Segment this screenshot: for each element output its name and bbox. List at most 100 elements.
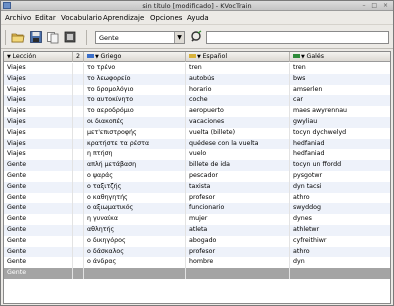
cell-greek[interactable]: η γυναίκα	[84, 214, 186, 225]
cell-welsh[interactable]: hedfaniad	[290, 139, 390, 150]
cell-state[interactable]	[73, 160, 84, 171]
cell-greek[interactable]: το αεροδρόμιο	[84, 106, 186, 117]
cell-spanish[interactable]: mujer	[186, 214, 290, 225]
menu-learning[interactable]: Aprendizaje	[103, 14, 144, 22]
table-row[interactable]: Viajes το δρομολόγιο horario amserlen	[4, 84, 390, 96]
cell-welsh[interactable]: athletwr	[290, 225, 390, 236]
cell-greek[interactable]: οι διακοπές	[84, 117, 186, 128]
cell-state[interactable]	[73, 138, 84, 150]
cell-greek[interactable]: ο καθηγητής	[84, 192, 186, 204]
cell-lesson[interactable]: Viajes	[4, 127, 73, 139]
cell-spanish[interactable]: pescador	[186, 171, 290, 182]
cell-welsh[interactable]: dyn tacsi	[290, 182, 390, 193]
cell-lesson[interactable]: Gente	[4, 246, 73, 258]
cell-spanish[interactable]: vuelta (billete)	[186, 127, 290, 139]
table-row[interactable]: Viajes το λεωφορείο autobús bws	[4, 73, 390, 85]
cell-welsh[interactable]: hedfaniad	[290, 149, 390, 160]
menu-file[interactable]: Archivo	[5, 14, 31, 22]
cell-greek[interactable]: ο αξιωματικός	[84, 203, 186, 215]
cell-welsh[interactable]: bws	[290, 74, 390, 85]
table-row[interactable]: Viajes κρατήστε τα ρέστα quédese con la vu…	[4, 138, 390, 150]
table-row[interactable]: Gente ο ταξιτζής taxista dyn tacsi	[4, 181, 390, 193]
table-row[interactable]: Gente ο ψαράς pescador pysgotwr	[4, 171, 390, 182]
cell-spanish[interactable]: quédese con la vuelta	[186, 138, 290, 150]
cell-lesson[interactable]: Gente	[4, 160, 73, 171]
cell-lesson[interactable]: Viajes	[4, 84, 73, 96]
cell-state[interactable]	[73, 149, 84, 161]
window-controls[interactable]: – □ ×	[362, 2, 390, 9]
cell-welsh[interactable]: athro	[290, 247, 390, 258]
cell-state[interactable]	[73, 171, 84, 182]
cell-greek[interactable]: η πτήση	[84, 149, 186, 161]
table-row[interactable]: Gente ο δικηγόρος abogado cyfreithiwr	[4, 235, 390, 247]
menu-help[interactable]: Ayuda	[187, 14, 209, 22]
cell-state[interactable]	[73, 268, 84, 279]
table-row[interactable]: Gente	[4, 268, 390, 279]
cell-greek[interactable]: το λεωφορείο	[84, 73, 186, 85]
cell-lesson[interactable]: Gente	[4, 235, 73, 247]
cell-greek[interactable]: αθλητής	[84, 225, 186, 236]
cell-lesson[interactable]: Viajes	[4, 63, 73, 74]
cell-welsh[interactable]: swyddog	[290, 203, 390, 214]
table-row[interactable]: Viajes μετ'επιστροφής vuelta (billete) tocy…	[4, 127, 390, 139]
cell-state[interactable]	[73, 127, 84, 139]
cell-welsh[interactable]: dynes	[290, 214, 390, 225]
cell-spanish[interactable]: billete de ida	[186, 160, 290, 171]
cell-state[interactable]	[73, 192, 84, 204]
cell-greek[interactable]	[84, 268, 186, 279]
table-row[interactable]: Gente ο καθηγητής profesor athro	[4, 192, 390, 204]
table-row[interactable]: Gente η γυναίκα mujer dynes	[4, 214, 390, 225]
cell-spanish[interactable]: hombre	[186, 257, 290, 269]
cell-welsh[interactable]: car	[290, 95, 390, 106]
cell-welsh[interactable]: maes awyrennau	[290, 106, 390, 117]
cell-spanish[interactable]: profesor	[186, 246, 290, 258]
open-folder-icon[interactable]	[11, 30, 25, 44]
table-row[interactable]: Viajes το αυτοκίνητο coche car	[4, 95, 390, 107]
cell-lesson[interactable]: Gente	[4, 181, 73, 193]
cell-spanish[interactable]: atleta	[186, 225, 290, 236]
cell-state[interactable]	[73, 203, 84, 215]
search-input[interactable]	[206, 31, 389, 44]
cell-state[interactable]	[73, 73, 84, 85]
cell-state[interactable]	[73, 214, 84, 225]
cell-greek[interactable]: ο δάσκαλος	[84, 246, 186, 258]
cell-welsh[interactable]: dyn	[290, 257, 390, 268]
menu-vocabulary[interactable]: Vocabulario	[61, 14, 102, 22]
cell-spanish[interactable]: profesor	[186, 192, 290, 204]
cell-lesson[interactable]: Gente	[4, 192, 73, 204]
cell-spanish[interactable]: autobús	[186, 73, 290, 85]
cell-welsh[interactable]: tocyn un ffordd	[290, 160, 390, 171]
cell-spanish[interactable]: taxista	[186, 181, 290, 193]
cell-state[interactable]	[73, 63, 84, 74]
cell-welsh[interactable]: athro	[290, 193, 390, 204]
cell-lesson[interactable]: Gente	[4, 171, 73, 182]
cell-lesson[interactable]: Viajes	[4, 138, 73, 150]
cell-state[interactable]	[73, 246, 84, 258]
table-row[interactable]: Viajes το τρένο tren tren	[4, 63, 390, 74]
cell-greek[interactable]: το αυτοκίνητο	[84, 95, 186, 107]
cell-welsh[interactable]: gwyliau	[290, 117, 390, 128]
cell-greek[interactable]: κρατήστε τα ρέστα	[84, 138, 186, 150]
lesson-icon[interactable]	[63, 30, 77, 44]
cell-welsh[interactable]: pysgotwr	[290, 171, 390, 182]
header-state[interactable]: 2	[73, 52, 84, 62]
cell-welsh[interactable]: tocyn dychwelyd	[290, 128, 390, 139]
menu-options[interactable]: Opciones	[150, 14, 182, 22]
cell-welsh[interactable]: amserlen	[290, 85, 390, 96]
cell-greek[interactable]: μετ'επιστροφής	[84, 127, 186, 139]
cell-lesson[interactable]: Viajes	[4, 149, 73, 161]
cell-lesson[interactable]: Gente	[4, 214, 73, 225]
chevron-down-icon[interactable]: ▼	[174, 32, 184, 43]
lesson-select[interactable]: Gente ▼	[95, 31, 185, 44]
cell-greek[interactable]: ο δικηγόρος	[84, 235, 186, 247]
cell-welsh[interactable]	[290, 268, 390, 279]
cell-state[interactable]	[73, 117, 84, 128]
copy-icon[interactable]	[46, 30, 60, 44]
cell-lesson[interactable]: Viajes	[4, 106, 73, 117]
menu-edit[interactable]: Editar	[35, 14, 56, 22]
table-row[interactable]: Gente ο άνδρας hombre dyn	[4, 257, 390, 269]
cell-greek[interactable]: ο ψαράς	[84, 171, 186, 182]
cell-welsh[interactable]: tren	[290, 63, 390, 74]
cell-greek[interactable]: το τρένο	[84, 63, 186, 74]
cell-state[interactable]	[73, 235, 84, 247]
